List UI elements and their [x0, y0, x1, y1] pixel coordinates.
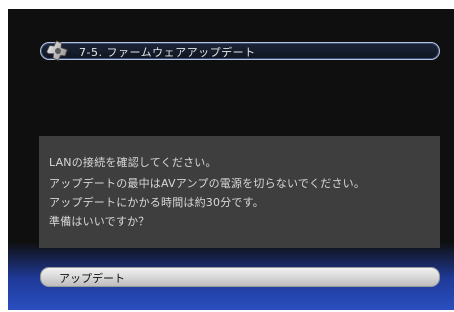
confirmation-message-box: LANの接続を確認してください。 アップデートの最中はAVアンプの電源を切らない…	[39, 136, 440, 248]
page-title: 7-5. ファームウェアアップデート	[79, 46, 256, 59]
setup-screen: 7-5. ファームウェアアップデート LANの接続を確認してください。 アップデ…	[8, 9, 454, 310]
gear-icon	[46, 40, 68, 62]
update-button-label: アップデート	[59, 272, 125, 285]
message-line: アップデートの最中はAVアンプの電源を切らないでください。	[49, 177, 366, 190]
update-button[interactable]: アップデート	[40, 267, 440, 287]
section-title-bar: 7-5. ファームウェアアップデート	[40, 40, 440, 62]
message-line: 準備はいいですか？	[49, 215, 150, 228]
message-line: アップデートにかかる時間は約30分です。	[49, 196, 264, 209]
message-line: LANの接続を確認してください。	[49, 156, 217, 169]
